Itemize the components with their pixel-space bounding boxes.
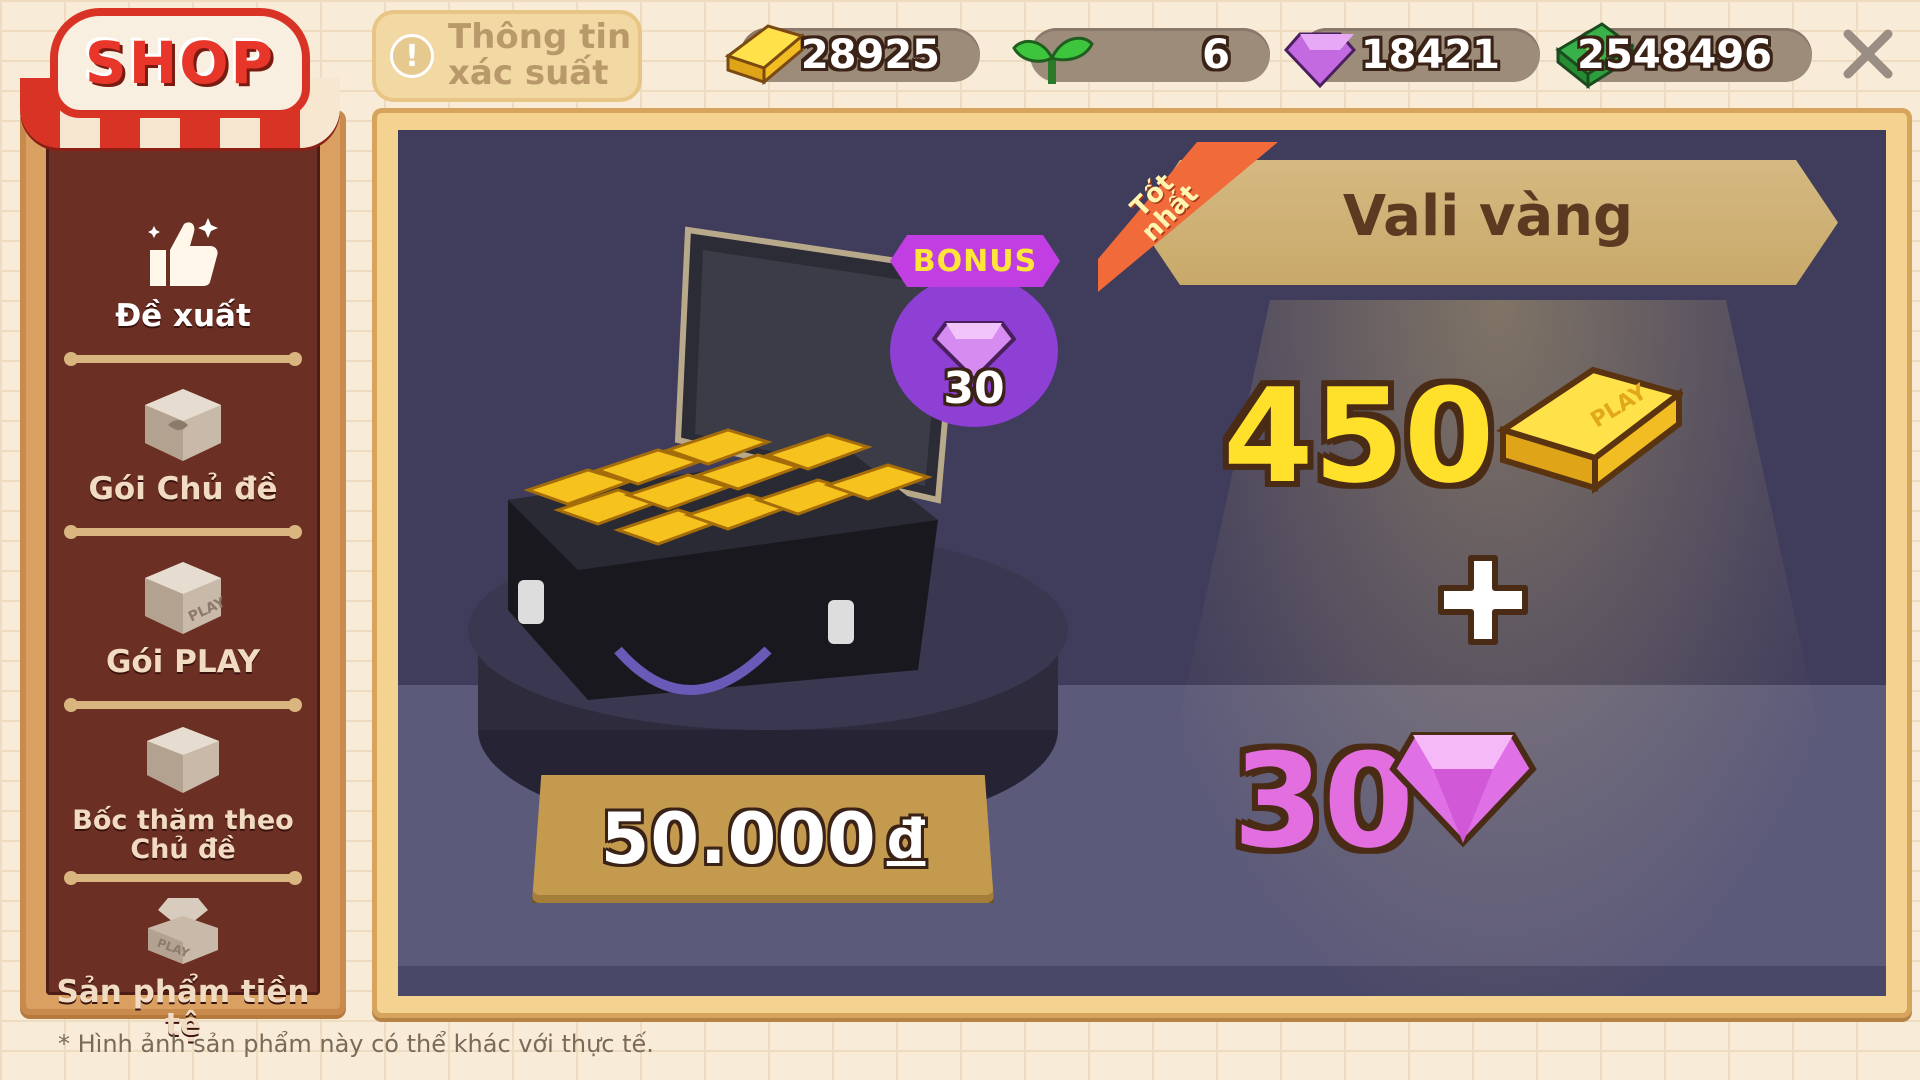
thumbs-up-icon <box>148 218 218 287</box>
menu-label-recommended: Đề xuất <box>115 298 251 335</box>
menu-item-theme-package[interactable]: Gói Chủ đề <box>46 363 320 528</box>
shop-sidebar: Đề xuất Gói Chủ đề PLAY Gói PLAY Bốc thă… <box>20 110 346 1041</box>
sprout-amount: 6 <box>1202 32 1230 78</box>
gold-reward-amount: 450 <box>1223 360 1495 512</box>
menu-item-theme-draw[interactable]: Bốc thăm theo Chủ đề <box>46 709 320 874</box>
bonus-label: BONUS <box>890 235 1060 287</box>
gem-reward-amount: 30 <box>1233 725 1414 877</box>
best-value-ribbon: Tốt nhất <box>1098 142 1278 292</box>
disclaimer-footnote: * Hình ảnh sản phẩm này có thể khác với … <box>58 1030 654 1058</box>
probability-info-label: Thông tin xác suất <box>448 20 631 91</box>
play-package-icon: PLAY <box>145 562 228 635</box>
shop-sign: SHOP <box>20 8 340 148</box>
bonus-amount: 30 <box>943 363 1005 414</box>
menu-label-theme-draw: Bốc thăm theo Chủ đề <box>72 805 294 865</box>
gold-currency-display: 28925 <box>724 24 980 86</box>
shop-sign-plate: SHOP <box>50 8 310 118</box>
sidebar-menu-panel: Đề xuất Gói Chủ đề PLAY Gói PLAY Bốc thă… <box>46 130 320 1041</box>
gem-reward: 30 <box>1233 725 1633 885</box>
menu-item-currency-products[interactable]: PLAY Sản phẩm tiền tệ <box>46 882 320 1047</box>
gold-bar-icon <box>724 24 806 86</box>
price-amount: 50.000 <box>600 798 877 880</box>
menu-divider <box>64 871 302 885</box>
gold-amount: 28925 <box>800 32 940 78</box>
probability-info-line2: xác suất <box>448 53 609 93</box>
cash-currency-display: 2548496 <box>1555 22 1812 90</box>
gacha-box-icon <box>147 727 219 794</box>
menu-divider <box>64 352 302 366</box>
menu-item-recommended[interactable]: Đề xuất <box>46 190 320 355</box>
menu-divider <box>64 698 302 712</box>
sprout-currency-display: 6 <box>1012 28 1270 84</box>
shop-sign-text: SHOP <box>84 29 276 97</box>
menu-label-theme-package: Gói Chủ đề <box>88 471 278 508</box>
buy-price-button[interactable]: 50.000 đ <box>532 775 994 903</box>
gem-icon <box>1283 32 1357 89</box>
menu-label-play-package: Gói PLAY <box>105 644 261 681</box>
gold-reward: 450 PLAY <box>1223 360 1783 520</box>
menu-item-play-package[interactable]: PLAY Gói PLAY <box>46 536 320 701</box>
gold-bar-icon: PLAY <box>1496 366 1683 495</box>
probability-info-line1: Thông tin <box>448 17 632 58</box>
close-icon[interactable] <box>1838 24 1898 84</box>
exclamation-icon: ! <box>390 34 434 78</box>
gem-amount: 18421 <box>1360 32 1500 78</box>
menu-divider <box>64 525 302 539</box>
plus-icon <box>1438 555 1528 645</box>
probability-info-button[interactable]: ! Thông tin xác suất <box>372 10 642 102</box>
gem-currency-display: 18421 <box>1283 28 1540 89</box>
product-panel: BONUS 30 50.000 đ Vali vàng Tốt nhất 450 <box>398 130 1886 996</box>
gem-icon <box>1389 732 1537 848</box>
cash-amount: 2548496 <box>1577 32 1772 78</box>
theme-package-icon <box>145 389 221 462</box>
category-menu: Đề xuất Gói Chủ đề PLAY Gói PLAY Bốc thă… <box>46 190 320 1047</box>
product-panel-frame: BONUS 30 50.000 đ Vali vàng Tốt nhất 450 <box>372 108 1912 1018</box>
price-currency: đ <box>886 807 926 871</box>
currency-products-icon: PLAY <box>148 897 218 964</box>
bonus-badge: BONUS 30 <box>890 235 1070 427</box>
sprout-icon <box>1012 36 1094 84</box>
